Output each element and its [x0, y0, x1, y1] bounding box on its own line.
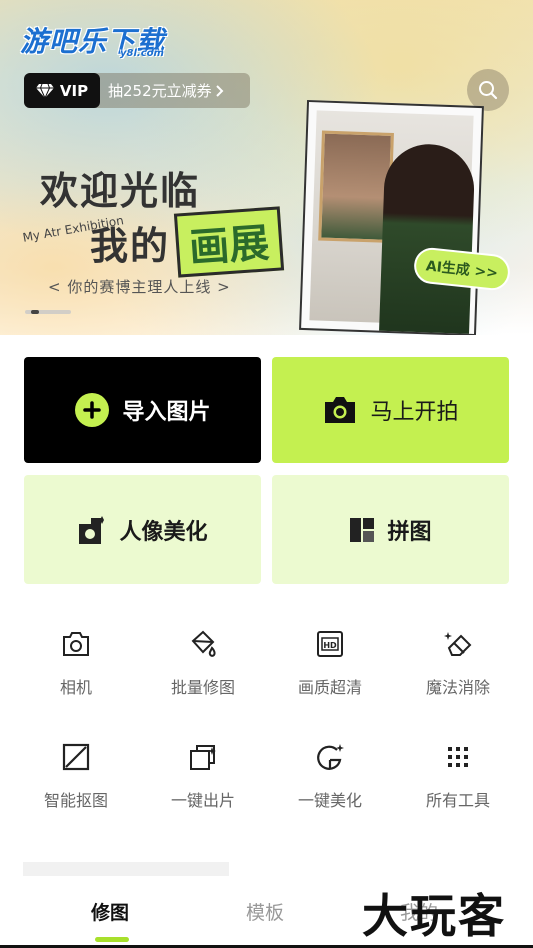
- import-photo-label: 导入图片: [122, 400, 211, 425]
- search-button[interactable]: [467, 69, 509, 111]
- tool-camera[interactable]: 相机: [21, 628, 131, 708]
- vip-badge[interactable]: VIP: [24, 73, 100, 108]
- tool-label: 画质超清: [297, 678, 362, 697]
- vip-promo[interactable]: 抽252元立减券: [100, 80, 224, 101]
- banner-photo: [299, 99, 484, 335]
- watermark-text: 大玩客: [362, 889, 506, 943]
- collage-icon: [350, 517, 375, 542]
- vip-label: VIP: [59, 81, 89, 100]
- active-tab-indicator: [95, 937, 129, 942]
- tool-one-click-shot[interactable]: 一键出片: [148, 741, 258, 821]
- tool-label: 智能抠图: [43, 791, 108, 810]
- magic-g-icon: [314, 741, 346, 773]
- import-photo-button[interactable]: 导入图片: [24, 357, 261, 463]
- hd-icon: HD: [314, 628, 346, 660]
- shoot-now-label: 马上开拍: [370, 400, 459, 425]
- portrait-beautify-button[interactable]: 人像美化: [24, 475, 261, 584]
- hero-banner[interactable]: 游吧乐下载 y8l.com VIP 抽252元立减券 欢迎光临 My Atr E…: [0, 0, 533, 335]
- photo-stack-icon: [187, 741, 219, 773]
- paint-bucket-icon: [187, 628, 219, 660]
- tool-label: 相机: [59, 678, 92, 697]
- banner-tagline: < 你的赛博主理人上线 >: [48, 278, 231, 296]
- collage-label: 拼图: [387, 519, 432, 545]
- cutout-icon: [60, 741, 92, 773]
- content-placeholder: [23, 862, 229, 876]
- banner-subhead-a: 我的: [90, 223, 171, 268]
- banner-headline: 欢迎光临: [40, 169, 201, 213]
- tab-template[interactable]: 模板: [246, 898, 284, 925]
- tool-magic-erase[interactable]: 魔法消除: [403, 628, 513, 708]
- tool-label: 魔法消除: [425, 678, 490, 697]
- tool-label: 所有工具: [425, 791, 490, 810]
- person-silhouette: [378, 142, 476, 335]
- shoot-now-button[interactable]: 马上开拍: [272, 357, 509, 463]
- svg-text:HD: HD: [323, 641, 337, 650]
- tool-hd-enhance[interactable]: HD 画质超清: [275, 628, 385, 708]
- site-logo: 游吧乐下载 y8l.com: [20, 20, 165, 60]
- banner-subhead: 我的 画展: [90, 206, 285, 278]
- vip-promo-text: 抽252元立减券: [108, 82, 212, 100]
- tool-label: 批量修图: [170, 678, 235, 697]
- carousel-indicator: [25, 310, 71, 314]
- grid-dots-icon: [442, 741, 474, 773]
- chevron-right-icon: [215, 84, 224, 97]
- plus-circle-icon: [75, 393, 110, 427]
- banner-subhead-b: 画展: [173, 206, 285, 278]
- search-icon: [479, 81, 498, 100]
- portrait-beautify-label: 人像美化: [119, 519, 208, 545]
- tool-all-tools[interactable]: 所有工具: [403, 741, 513, 821]
- tool-label: 一键美化: [297, 791, 362, 810]
- collage-button[interactable]: 拼图: [272, 475, 509, 584]
- photo-scene: [309, 110, 476, 335]
- tool-smart-cutout[interactable]: 智能抠图: [21, 741, 131, 821]
- tool-batch-retouch[interactable]: 批量修图: [148, 628, 258, 708]
- logo-domain: y8l.com: [120, 48, 164, 59]
- portrait-icon: [79, 515, 105, 544]
- vip-promo-pill[interactable]: VIP 抽252元立减券: [24, 73, 250, 108]
- carousel-active-dot: [31, 310, 39, 314]
- eraser-icon: [442, 628, 474, 660]
- tab-retouch[interactable]: 修图: [91, 898, 129, 925]
- camera-icon: [60, 628, 92, 660]
- diamond-icon: [35, 83, 54, 98]
- tool-label: 一键出片: [170, 791, 235, 810]
- camera-icon: [325, 397, 356, 423]
- tool-one-click-beautify[interactable]: 一键美化: [275, 741, 385, 821]
